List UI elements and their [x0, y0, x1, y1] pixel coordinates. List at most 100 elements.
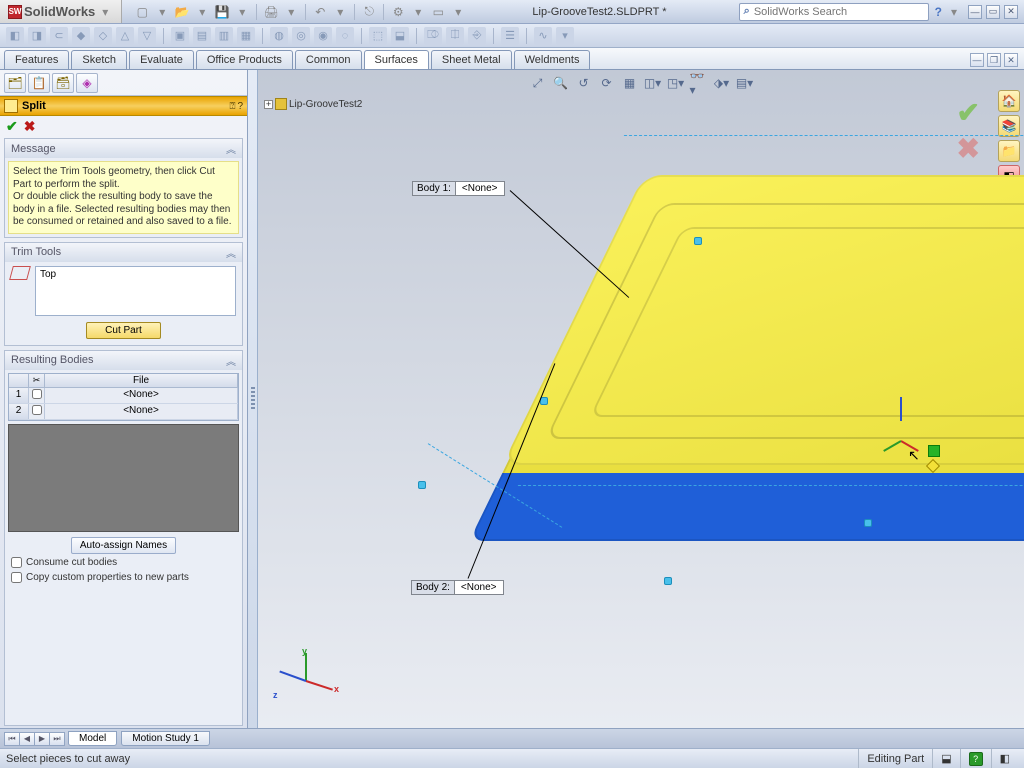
search-input[interactable]: [754, 6, 924, 18]
status-unit-icon[interactable]: ⬓: [932, 749, 959, 768]
dropdown-icon[interactable]: ▾: [410, 4, 426, 20]
undo-icon[interactable]: ↶: [312, 4, 328, 20]
zoom-area-icon[interactable]: 🔍: [551, 74, 571, 92]
close-button[interactable]: ✕: [1004, 5, 1018, 19]
callout-value[interactable]: <None>: [456, 181, 505, 196]
row-checkbox[interactable]: [32, 405, 42, 415]
tool-icon[interactable]: ◍: [270, 27, 288, 45]
confirm-cancel-icon[interactable]: ✖: [957, 132, 980, 165]
row-checkbox[interactable]: [32, 389, 42, 399]
tool-icon[interactable]: ◌: [336, 27, 354, 45]
tool-icon[interactable]: ∿: [534, 27, 552, 45]
accept-button[interactable]: ✔: [6, 118, 18, 135]
display-style-icon[interactable]: ◫▾: [643, 74, 663, 92]
tool-icon[interactable]: ☰: [501, 27, 519, 45]
pin-icon[interactable]: ⍰: [229, 101, 235, 112]
cancel-button[interactable]: ✖: [24, 118, 36, 135]
maximize-button[interactable]: ▭: [986, 5, 1000, 19]
collapse-icon[interactable]: ︽: [226, 141, 236, 156]
search-box[interactable]: ⌕: [739, 3, 929, 21]
dropdown-icon[interactable]: ▾: [332, 4, 348, 20]
tab-office-products[interactable]: Office Products: [196, 50, 293, 69]
tool-icon[interactable]: ▤: [193, 27, 211, 45]
expand-icon[interactable]: +: [264, 100, 273, 109]
help-icon[interactable]: ?: [935, 5, 942, 19]
tab-nav-next[interactable]: ▶: [34, 732, 50, 746]
tool-icon[interactable]: ◇: [94, 27, 112, 45]
minimize-button[interactable]: —: [968, 5, 982, 19]
tab-nav-prev[interactable]: ◀: [19, 732, 35, 746]
model-tab[interactable]: Model: [68, 731, 117, 746]
panel-tab-configuration[interactable]: 🗃: [52, 73, 74, 93]
tab-evaluate[interactable]: Evaluate: [129, 50, 194, 69]
tool-icon[interactable]: ⎆: [468, 27, 486, 45]
dropdown-icon[interactable]: ▾: [194, 4, 210, 20]
sub-close-button[interactable]: ✕: [1004, 53, 1018, 67]
dropdown-icon[interactable]: ▾: [946, 4, 962, 20]
tab-sketch[interactable]: Sketch: [71, 50, 127, 69]
tab-sheet-metal[interactable]: Sheet Metal: [431, 50, 512, 69]
file-explorer-tab-icon[interactable]: 📁: [998, 140, 1020, 162]
plane-handle[interactable]: [694, 237, 702, 245]
tab-nav-last[interactable]: ⏭: [49, 732, 65, 746]
panel-tab-property-manager[interactable]: 📋: [28, 73, 50, 93]
rebuild-icon[interactable]: ⎋: [361, 4, 377, 20]
tab-features[interactable]: Features: [4, 50, 69, 69]
tool-icon[interactable]: ◉: [314, 27, 332, 45]
dropdown-icon[interactable]: ▾: [234, 4, 250, 20]
print-icon[interactable]: 🖨: [263, 4, 279, 20]
status-rebuild-icon[interactable]: ◧: [991, 749, 1018, 768]
tool-icon[interactable]: ▦: [237, 27, 255, 45]
plane-handle[interactable]: [418, 481, 426, 489]
new-icon[interactable]: ▢: [134, 4, 150, 20]
copy-custom-props-checkbox[interactable]: Copy custom properties to new parts: [5, 570, 242, 585]
trim-tools-list[interactable]: Top: [35, 266, 236, 316]
dropdown-icon[interactable]: ▾: [283, 4, 299, 20]
tab-common[interactable]: Common: [295, 50, 362, 69]
dropdown-icon[interactable]: ▾: [450, 4, 466, 20]
status-help-icon[interactable]: ?: [969, 752, 983, 766]
motion-study-tab[interactable]: Motion Study 1: [121, 731, 210, 746]
hide-show-icon[interactable]: ◳▾: [666, 74, 686, 92]
tool-icon[interactable]: ⎄: [424, 27, 442, 45]
save-icon[interactable]: 💾: [214, 4, 230, 20]
tool-icon[interactable]: △: [116, 27, 134, 45]
row-file[interactable]: <None>: [45, 388, 238, 403]
dropdown-icon[interactable]: ▾: [154, 4, 170, 20]
tool-icon[interactable]: ◧: [6, 27, 24, 45]
sub-minimize-button[interactable]: —: [970, 53, 984, 67]
tab-nav-first[interactable]: ⏮: [4, 732, 20, 746]
table-row[interactable]: 2 <None>: [9, 404, 238, 420]
tool-icon[interactable]: ▥: [215, 27, 233, 45]
tab-weldments[interactable]: Weldments: [514, 50, 591, 69]
auto-assign-names-button[interactable]: Auto-assign Names: [71, 537, 176, 554]
tool-icon[interactable]: ◆: [72, 27, 90, 45]
callout-value[interactable]: <None>: [455, 580, 504, 595]
table-row[interactable]: 1 <None>: [9, 388, 238, 404]
design-library-tab-icon[interactable]: 📚: [998, 115, 1020, 137]
tool-icon[interactable]: ◎: [292, 27, 310, 45]
section-view-icon[interactable]: ⟳: [597, 74, 617, 92]
resources-tab-icon[interactable]: 🏠: [998, 90, 1020, 112]
sub-restore-button[interactable]: ❐: [987, 53, 1001, 67]
plane-handle[interactable]: [664, 577, 672, 585]
view-orientation-icon[interactable]: ▦: [620, 74, 640, 92]
tool-icon[interactable]: ⬓: [391, 27, 409, 45]
open-icon[interactable]: 📂: [174, 4, 190, 20]
graphics-viewport[interactable]: + Lip-GrooveTest2 ⤢ 🔍 ↺ ⟳ ▦ ◫▾ ◳▾ 👓▾ ⬗▾ …: [258, 70, 1024, 728]
dropdown-icon[interactable]: ▾: [556, 27, 574, 45]
row-file[interactable]: <None>: [45, 404, 238, 419]
consume-cut-bodies-checkbox[interactable]: Consume cut bodies: [5, 555, 242, 570]
edit-appearance-icon[interactable]: 👓▾: [689, 74, 709, 92]
apply-scene-icon[interactable]: ⬗▾: [712, 74, 732, 92]
tool-icon[interactable]: ▣: [171, 27, 189, 45]
tool-icon[interactable]: ⊂: [50, 27, 68, 45]
options-icon[interactable]: ⚙: [390, 4, 406, 20]
body1-callout[interactable]: Body 1: <None>: [412, 181, 505, 196]
panel-resize-grip[interactable]: [248, 70, 258, 728]
cut-part-button[interactable]: Cut Part: [86, 322, 161, 339]
zoom-fit-icon[interactable]: ⤢: [528, 74, 548, 92]
panel-tab-dimxpert[interactable]: ◈: [76, 73, 98, 93]
confirm-ok-icon[interactable]: ✔: [957, 96, 980, 129]
view-settings-icon[interactable]: ▤▾: [735, 74, 755, 92]
